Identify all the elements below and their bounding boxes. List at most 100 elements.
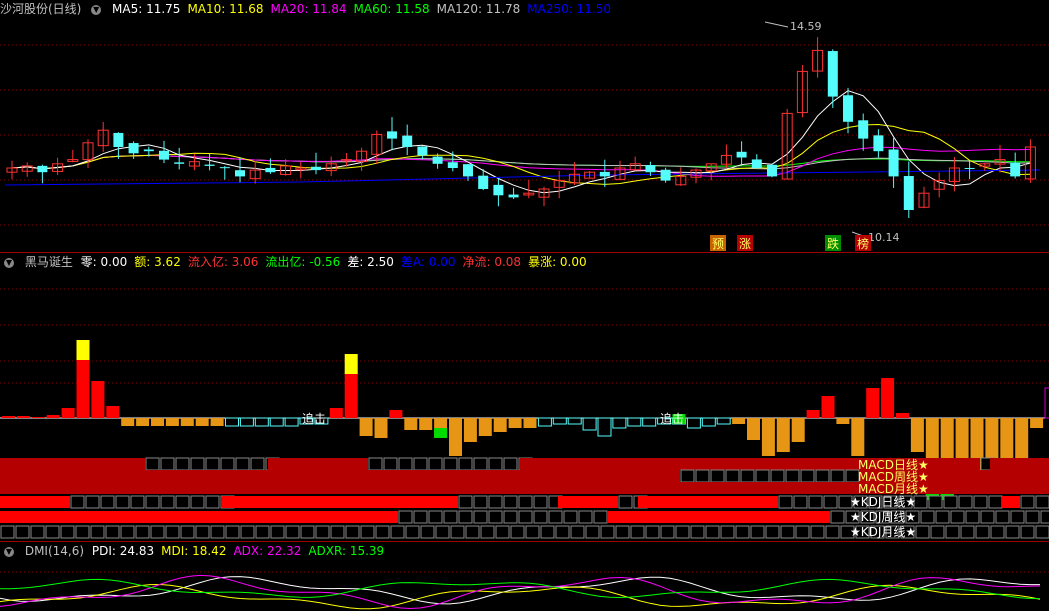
band-cell	[995, 510, 1010, 524]
band-cell	[533, 495, 548, 509]
band-cell	[205, 457, 220, 471]
band-fill	[268, 458, 368, 470]
inflow-bar	[1044, 387, 1049, 419]
outflow-bar	[493, 418, 507, 432]
band-cell	[660, 525, 675, 539]
inflow-bar	[329, 408, 343, 418]
band-cell	[428, 510, 443, 524]
outflow-bar	[463, 418, 477, 442]
inflow-bar	[61, 408, 75, 418]
candle-down	[128, 143, 139, 154]
band-fill	[0, 458, 145, 470]
outflow-bar	[582, 417, 597, 431]
outflow-bar	[1030, 418, 1044, 428]
band-cell	[160, 457, 175, 471]
ma-legend-items: MA5: 11.75 MA10: 11.68 MA20: 11.84 MA60: 11…	[112, 2, 618, 16]
outflow-bar	[597, 417, 612, 437]
band-cell	[100, 495, 115, 509]
band-cell	[360, 525, 375, 539]
chevron-down-icon[interactable]: ▼	[91, 4, 102, 15]
low-price-label: 10.14	[868, 231, 900, 244]
band-cell	[920, 510, 935, 524]
candle-down	[235, 170, 245, 177]
band-cell	[990, 525, 1005, 539]
outflow-bar	[701, 417, 716, 427]
band-cell	[935, 510, 950, 524]
indicator-chart[interactable]: 追击 追击MACD日线★MACD周线★MACD月线★★KDJ日线★★KDJ周线★★…	[0, 253, 1049, 541]
candle-down	[113, 132, 124, 147]
main-legend: 沙河股份(日线) ▼ MA5: 11.75 MA10: 11.68 MA20: 11…	[0, 0, 625, 18]
outflow-bar	[627, 417, 642, 427]
band-cell	[450, 525, 465, 539]
band-cell	[30, 525, 45, 539]
band-cell	[600, 525, 615, 539]
band-fill	[0, 511, 398, 523]
inflow-bar	[76, 358, 90, 418]
band-cell	[90, 525, 105, 539]
band-cell	[720, 525, 735, 539]
outflow-bar	[686, 417, 701, 429]
band-cell	[618, 495, 633, 509]
band-cell	[540, 525, 555, 539]
dmi-panel[interactable]: ▼ DMI(14,6) PDI: 24.83 MDI: 18.42 ADX: 22.…	[0, 542, 1049, 611]
candle-down	[736, 151, 747, 158]
band-cell	[630, 525, 645, 539]
band-cell	[195, 525, 210, 539]
band-cell	[695, 469, 710, 483]
main-chart-panel[interactable]: 沙河股份(日线) ▼ MA5: 11.75 MA10: 11.68 MA20: 11…	[0, 0, 1049, 252]
band-cell	[1025, 510, 1040, 524]
band-cell	[375, 525, 390, 539]
high-price-label: 14.59	[790, 20, 822, 33]
candle-down	[1010, 162, 1021, 177]
outflow-bar	[284, 417, 299, 427]
chevron-down-icon[interactable]: ▼	[4, 257, 14, 268]
band-cell	[795, 525, 810, 539]
band-cell	[390, 525, 405, 539]
band-cell	[585, 525, 600, 539]
outflow-bar	[716, 417, 731, 425]
band-fill	[638, 496, 778, 508]
band-cell	[690, 525, 705, 539]
band-cell	[435, 525, 450, 539]
band-cell	[115, 495, 130, 509]
band-cell	[458, 495, 473, 509]
band-cell	[345, 525, 360, 539]
band-cell	[458, 510, 473, 524]
outflow-bar	[449, 418, 462, 456]
candlestick-chart[interactable]: 14.59 10.14 预 涨 跌 榜	[0, 0, 1049, 252]
legend-value: 流入亿: 3.06	[187, 255, 259, 269]
candle-down	[159, 150, 169, 160]
band-cell	[473, 457, 488, 471]
band-cell	[240, 525, 255, 539]
band-cell	[518, 510, 533, 524]
outflow-bar	[210, 418, 224, 426]
candle-down	[143, 149, 154, 152]
legend-value: ADX: 22.32	[233, 544, 302, 558]
outflow-bar	[195, 418, 209, 426]
chase-label: 追击	[302, 411, 326, 426]
band-cell	[300, 525, 315, 539]
band-cell	[960, 525, 975, 539]
outflow-bar	[747, 418, 760, 440]
outflow-bar	[239, 417, 254, 427]
band-cell	[75, 525, 90, 539]
outflow-bar	[254, 417, 269, 427]
band-cell	[578, 510, 593, 524]
ma250-line	[4, 169, 1041, 186]
band-cell	[793, 495, 808, 509]
band-cell	[705, 525, 720, 539]
band-label: MACD月线★	[858, 482, 929, 496]
band-cell	[615, 525, 630, 539]
outflow-bar	[359, 418, 373, 436]
outflow-bar	[552, 417, 567, 425]
band-cell	[928, 495, 943, 509]
candle-down	[843, 95, 853, 122]
band-fill	[990, 458, 1049, 470]
indicator-panel[interactable]: ▼ 黑马诞生 零: 0.00 额: 3.62 流入亿: 3.06 流出亿: -0.56…	[0, 253, 1049, 541]
chevron-down-icon[interactable]: ▼	[4, 546, 14, 557]
band-cell	[105, 525, 120, 539]
band-cell	[740, 469, 755, 483]
band-cell	[750, 525, 765, 539]
band-cell	[85, 495, 100, 509]
legend-value: MA120: 11.78	[436, 2, 521, 16]
